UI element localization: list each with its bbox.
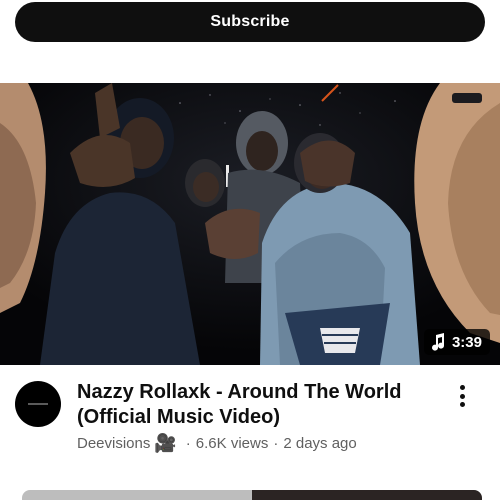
duration-text: 3:39 xyxy=(451,333,482,351)
channel-avatar[interactable] xyxy=(15,381,61,427)
channel-logo-icon xyxy=(28,403,48,405)
view-count: 6.6K views xyxy=(195,435,269,452)
more-vert-icon[interactable] xyxy=(450,383,474,409)
separator: · xyxy=(185,435,191,452)
next-video-thumbnail[interactable] xyxy=(22,490,482,500)
video-title-line-1: Nazzy Rollaxk - Around The World xyxy=(77,381,402,403)
music-note-icon xyxy=(431,333,444,351)
video-meta[interactable]: Nazzy Rollaxk - Around The World (Offici… xyxy=(0,365,500,485)
video-title-line-2: (Official Music Video) xyxy=(77,406,280,428)
upload-age: 2 days ago xyxy=(283,435,357,452)
video-subtitle: Deevisions 🎥 · 6.6K views · 2 days ago xyxy=(77,433,457,454)
channel-emoji: 🎥 xyxy=(154,433,177,453)
subscribe-button[interactable]: Subscribe xyxy=(15,2,485,42)
thumbnail-image xyxy=(0,83,500,365)
duration-badge: 3:39 xyxy=(423,329,490,355)
video-title[interactable]: Nazzy Rollaxk - Around The World (Offici… xyxy=(77,380,437,430)
channel-name[interactable]: Deevisions xyxy=(77,435,150,452)
separator: · xyxy=(273,435,279,452)
video-thumbnail[interactable]: 3:39 xyxy=(0,83,500,365)
